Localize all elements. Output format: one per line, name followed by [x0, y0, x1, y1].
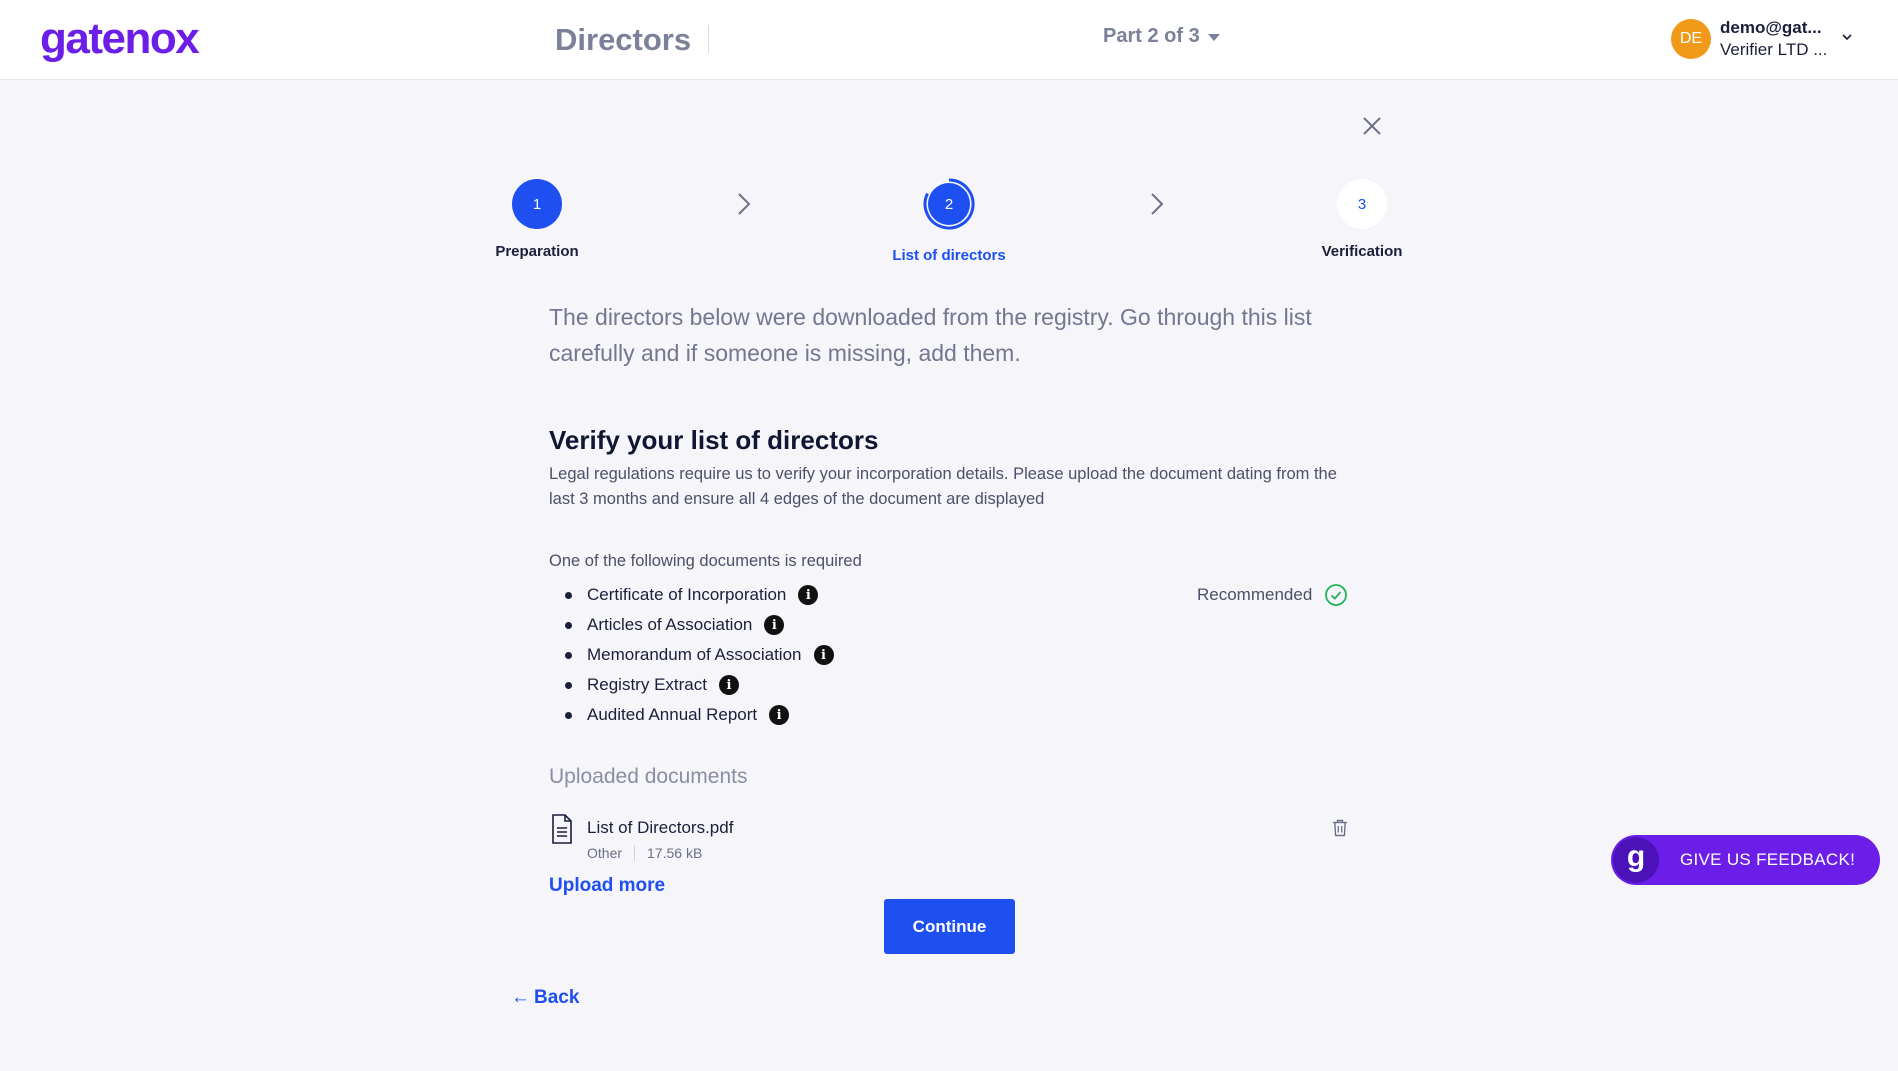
part-selector[interactable]: Part 2 of 3 — [1103, 25, 1220, 48]
section-description: Legal regulations require us to verify y… — [549, 465, 1337, 508]
top-header: gatenox Directors Part 2 of 3 DE demo@ga… — [0, 0, 1898, 80]
info-icon[interactable]: i — [813, 645, 834, 665]
list-item: Audited Annual Report i — [565, 700, 834, 730]
user-menu[interactable]: demo@gat... Verifier LTD ... — [1720, 17, 1827, 61]
chevron-down-icon[interactable] — [1842, 32, 1852, 42]
step-label: Preparation — [495, 243, 579, 260]
list-item: Articles of Association i — [565, 610, 834, 640]
info-icon[interactable]: i — [764, 615, 785, 635]
page-title: Directors — [555, 22, 692, 57]
step-list-of-directors[interactable]: 2 List of directors — [869, 178, 1029, 264]
caret-down-icon — [1207, 34, 1220, 41]
required-documents-label: One of the following documents is requir… — [549, 552, 862, 570]
step-2-circle: 2 — [923, 178, 975, 230]
upload-more-link[interactable]: Upload more — [549, 875, 665, 897]
step-1-circle: 1 — [512, 179, 562, 229]
meta-divider — [634, 845, 636, 861]
document-name: Registry Extract — [587, 675, 707, 694]
back-label: Back — [534, 987, 580, 1008]
list-item: Registry Extract i — [565, 670, 834, 700]
uploaded-file-meta: Other 17.56 kB — [587, 845, 702, 861]
step-number: 3 — [1357, 195, 1367, 213]
step-label: Verification — [1321, 243, 1403, 260]
progress-ring-icon — [923, 178, 975, 230]
document-name: Memorandum of Association — [587, 645, 802, 664]
required-documents-list: Certificate of Incorporation i Articles … — [565, 580, 834, 730]
info-icon[interactable]: i — [718, 675, 739, 695]
chevron-right-icon — [1151, 193, 1164, 215]
avatar[interactable]: DE — [1671, 19, 1711, 59]
back-arrow-icon: ← — [511, 987, 530, 1008]
document-name: Articles of Association — [587, 615, 753, 634]
bullet-icon — [565, 711, 572, 719]
list-item: Memorandum of Association i — [565, 640, 834, 670]
file-size: 17.56 kB — [647, 845, 703, 861]
step-verification[interactable]: 3 Verification — [1282, 179, 1442, 260]
section-title: Verify your list of directors — [549, 425, 879, 455]
user-email: demo@gat... — [1720, 18, 1822, 37]
step-3-circle: 3 — [1337, 179, 1387, 229]
gatenox-g-icon: g — [1613, 837, 1659, 883]
bullet-icon — [565, 591, 572, 599]
bullet-icon — [565, 681, 572, 689]
trash-icon[interactable] — [1332, 819, 1348, 837]
title-divider — [708, 25, 709, 53]
uploaded-documents-label: Uploaded documents — [549, 765, 748, 788]
info-icon[interactable]: i — [798, 585, 819, 605]
step-label: List of directors — [892, 247, 1006, 264]
document-name: Certificate of Incorporation — [587, 585, 787, 604]
file-type: Other — [587, 845, 623, 861]
file-icon — [552, 814, 572, 844]
bullet-icon — [565, 621, 572, 629]
part-selector-label: Part 2 of 3 — [1103, 25, 1200, 47]
chevron-right-icon — [738, 193, 751, 215]
bullet-icon — [565, 651, 572, 659]
uploaded-file-name[interactable]: List of Directors.pdf — [587, 818, 733, 838]
feedback-label: GIVE US FEEDBACK! — [1680, 850, 1856, 869]
info-icon[interactable]: i — [769, 705, 790, 725]
document-name: Audited Annual Report — [587, 705, 758, 724]
continue-button[interactable]: Continue — [884, 899, 1015, 954]
step-number: 1 — [532, 195, 542, 213]
feedback-button[interactable]: g GIVE US FEEDBACK! — [1611, 835, 1880, 885]
list-item: Certificate of Incorporation i — [565, 580, 834, 610]
close-icon[interactable] — [1360, 114, 1384, 138]
back-link[interactable]: ← Back — [511, 987, 579, 1009]
step-preparation[interactable]: 1 Preparation — [457, 179, 617, 260]
gatenox-logo[interactable]: gatenox — [40, 12, 200, 66]
user-company: Verifier LTD ... — [1720, 40, 1828, 59]
check-circle-icon — [1325, 584, 1348, 606]
recommended-badge: Recommended — [1197, 580, 1348, 610]
recommended-label: Recommended — [1197, 585, 1313, 604]
intro-text: The directors below were downloaded from… — [549, 304, 1312, 366]
